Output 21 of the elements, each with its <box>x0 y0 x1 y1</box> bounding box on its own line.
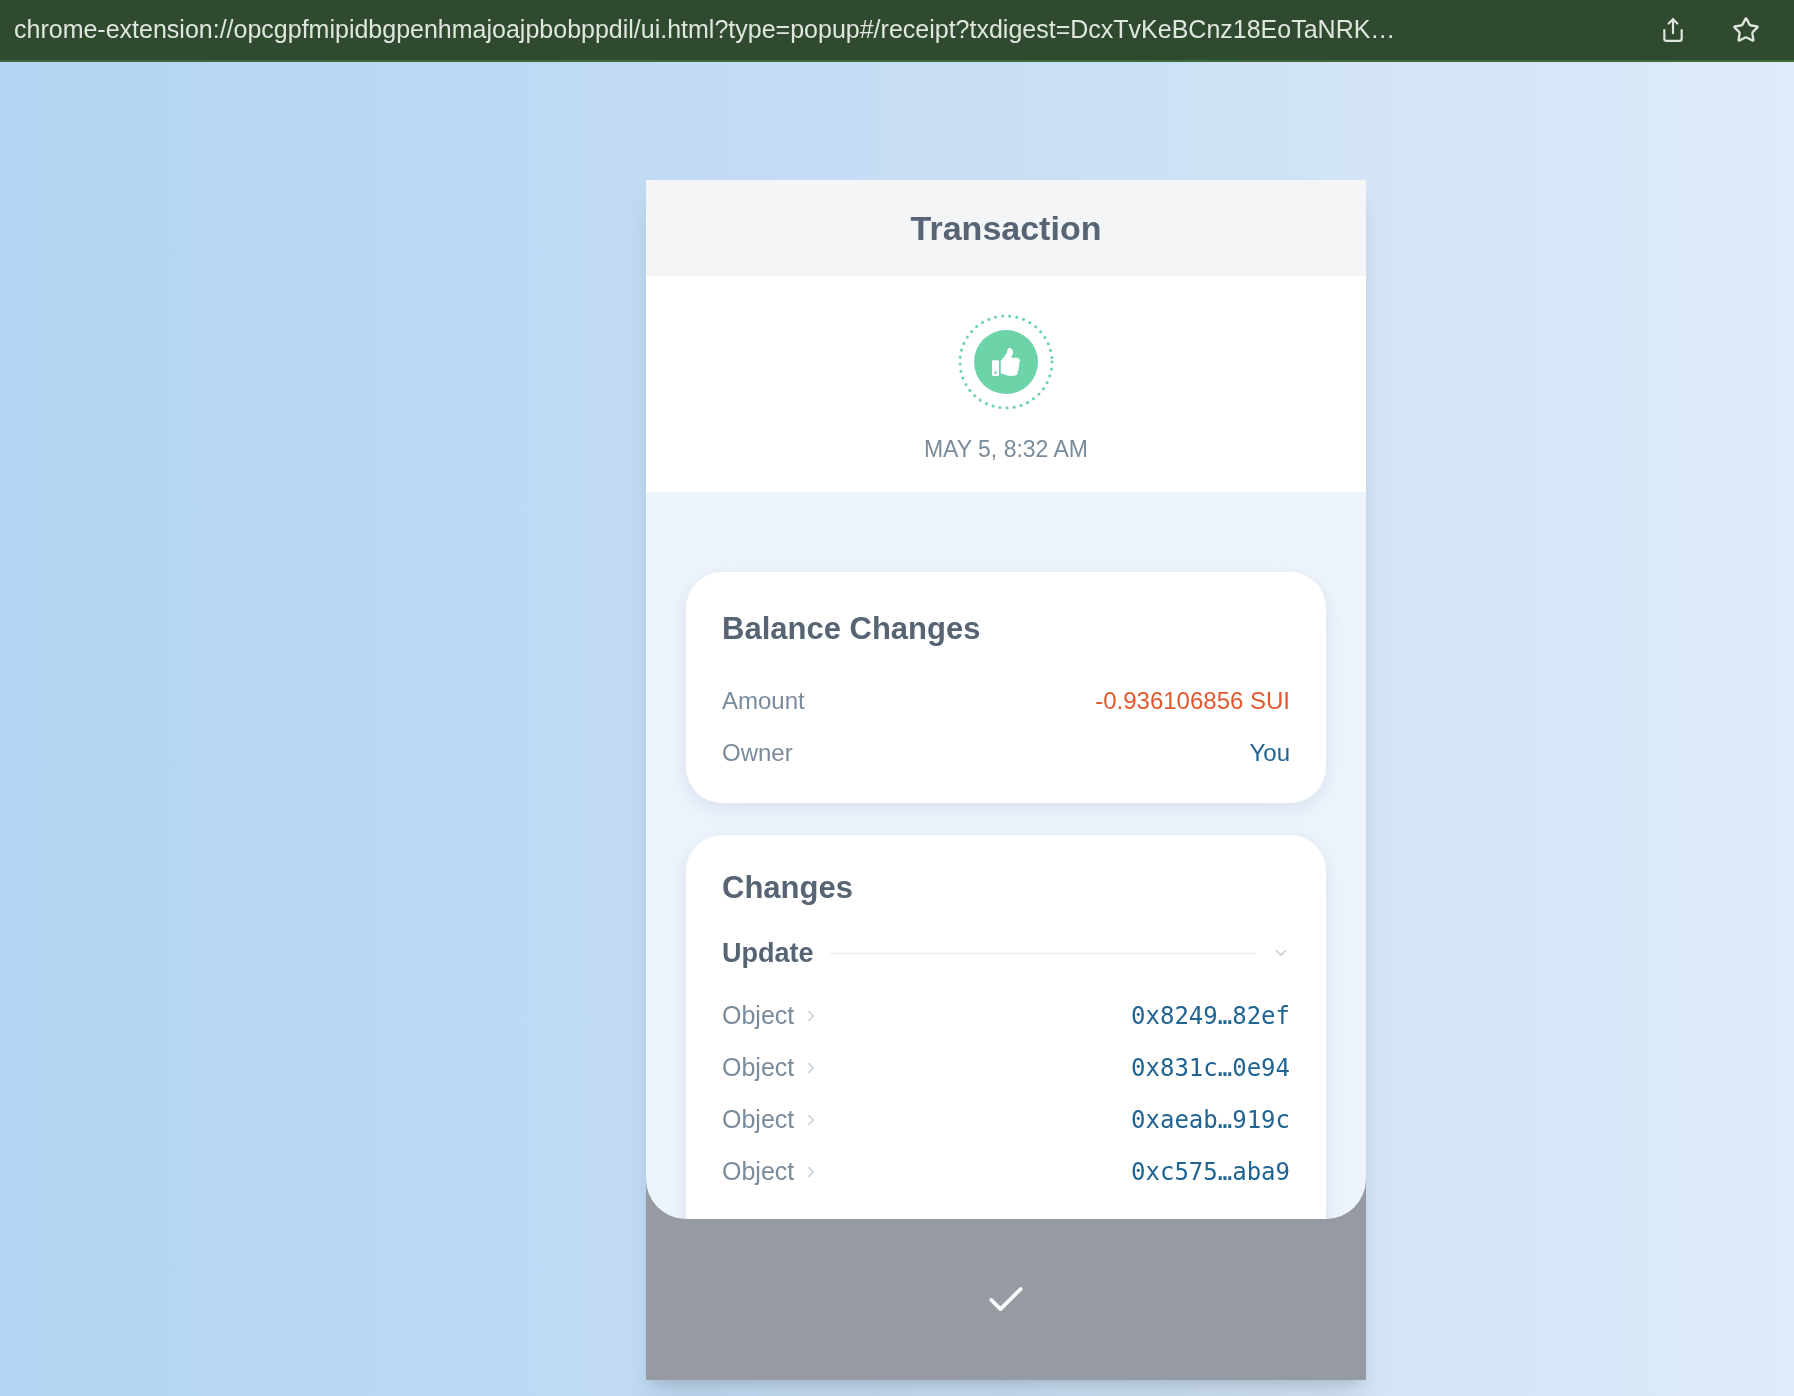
row-value: -0.936106856 SUI <box>1095 685 1290 716</box>
transaction-time: MAY 5, 8:32 AM <box>923 435 1089 464</box>
row-label: Owner <box>722 737 793 768</box>
object-id-link[interactable]: 0xc575…aba9 <box>1131 1153 1290 1190</box>
object-id-link[interactable]: 0x831c…0e94 <box>1131 1049 1290 1086</box>
card-heading: Balance Changes <box>722 610 982 648</box>
row-label: Amount <box>722 685 805 716</box>
share-icon[interactable] <box>1660 17 1686 43</box>
url-text[interactable]: chrome-extension://opcgpfmipidbgpenhmajoajpbobppdil/ui.html?type=popup#/receipt?txdigest=DcxTvKeBCnz18EoTaNRK… <box>14 11 1644 49</box>
thumbs-up-icon <box>958 314 1054 410</box>
object-id-link[interactable]: 0xaeab…919c <box>1131 1101 1290 1138</box>
bookmark-star-icon[interactable] <box>1732 16 1760 44</box>
row-value: You <box>1249 737 1290 768</box>
page-title: Transaction <box>910 207 1102 249</box>
group-label: Update <box>722 937 814 970</box>
row-label: Object <box>722 1103 795 1135</box>
row-label: Object <box>722 1155 795 1187</box>
object-id-link[interactable]: 0x8249…82ef <box>1131 997 1290 1034</box>
row-label: Object <box>722 999 795 1031</box>
card-heading: Changes <box>722 868 854 907</box>
row-label: Object <box>722 1051 795 1083</box>
